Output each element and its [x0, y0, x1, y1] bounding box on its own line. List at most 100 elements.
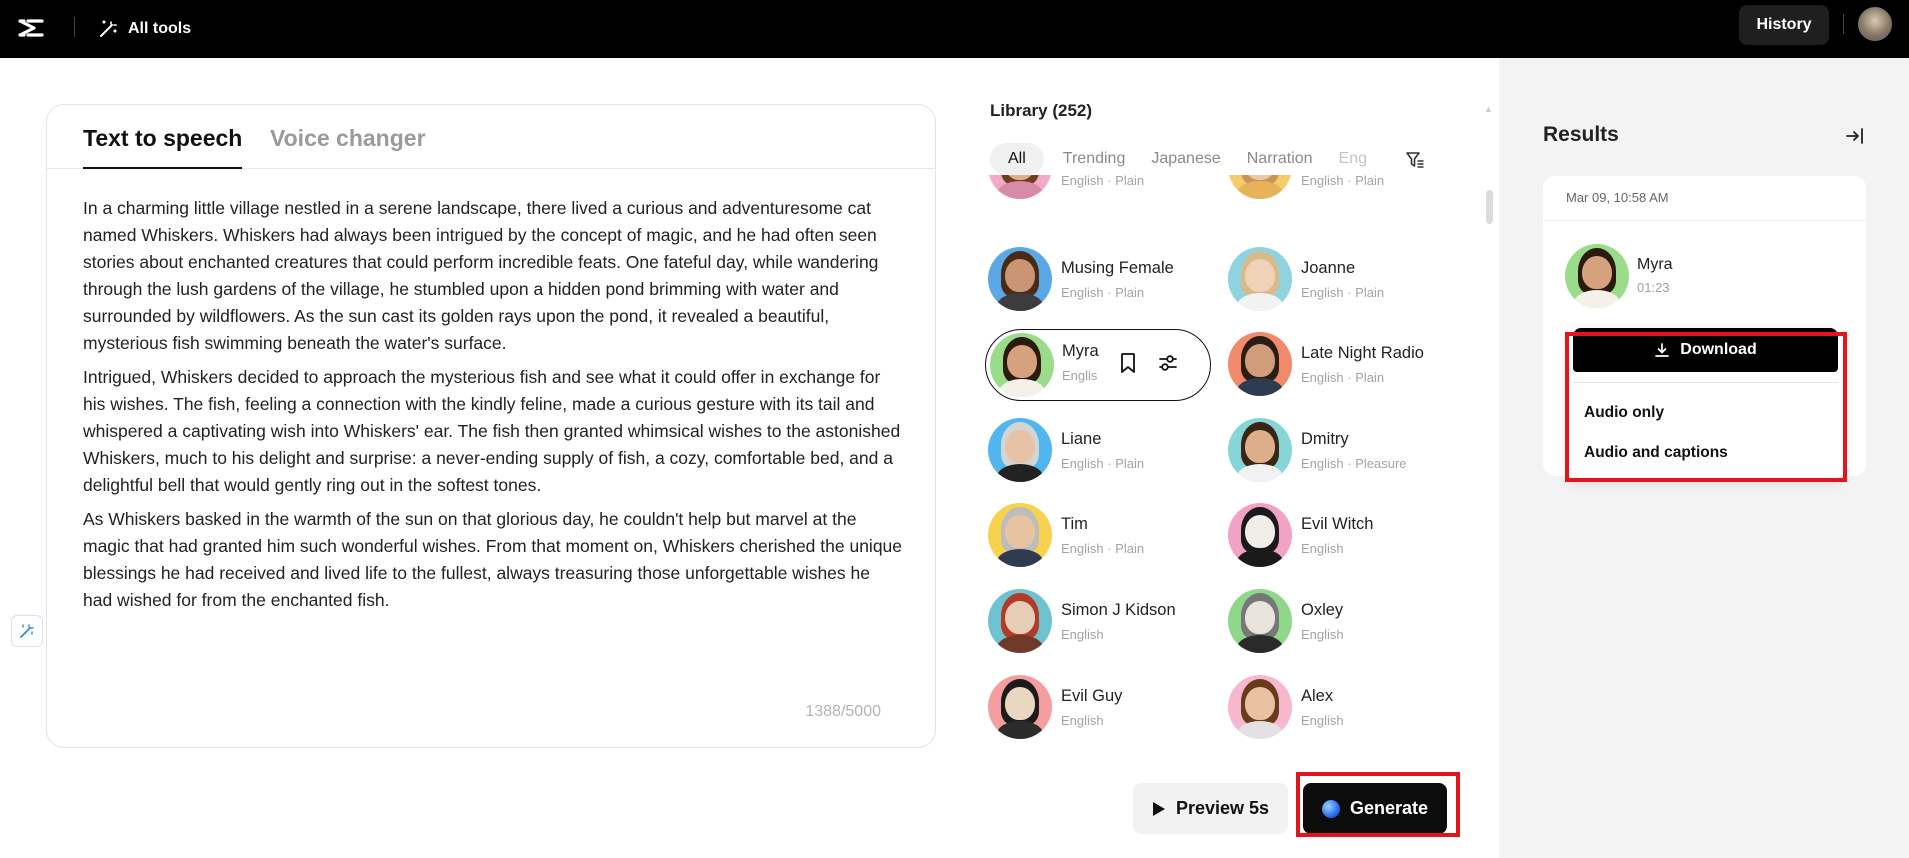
voice-tags: English [1061, 713, 1104, 728]
voice-item-evil-witch[interactable]: Evil Witch English [1225, 503, 1445, 567]
voice-name: Oxley [1301, 601, 1344, 619]
filter-icon[interactable] [1405, 150, 1425, 170]
tab-voice-changer[interactable]: Voice changer [270, 125, 426, 152]
voice-tags: English [1301, 627, 1344, 642]
voice-avatar [988, 675, 1052, 739]
script-paragraph: As Whiskers basked in the warmth of the … [83, 509, 903, 610]
all-tools-button[interactable]: All tools [98, 14, 191, 44]
voice-name: Simon J Kidson [1061, 601, 1176, 619]
voice-avatar [988, 247, 1052, 311]
result-voice-name: Myra [1637, 256, 1673, 273]
filter-chip-all[interactable]: All [990, 143, 1044, 175]
voice-item-joanne[interactable]: Joanne English · Plain [1225, 247, 1445, 311]
voice-avatar [988, 589, 1052, 653]
voice-tags: English · Plain [1301, 175, 1385, 188]
voice-avatar [988, 503, 1052, 567]
voice-avatar [1228, 503, 1292, 567]
voice-item-alex[interactable]: Alex English [1225, 675, 1445, 739]
voice-tags: English [1301, 713, 1344, 728]
voice-avatar [1228, 418, 1292, 482]
voice-name: Myra [1062, 342, 1099, 360]
voice-avatar [1228, 175, 1292, 199]
voice-item-evil-guy[interactable]: Evil Guy English [985, 675, 1205, 739]
topbar-divider [74, 17, 75, 37]
voice-tags: English · Pleasure [1301, 456, 1407, 471]
voice-item-oxley[interactable]: Oxley English [1225, 589, 1445, 653]
history-button[interactable]: History [1739, 5, 1829, 45]
voice-tags: English [1301, 541, 1344, 556]
voice-tags: English · Plain [1061, 175, 1145, 188]
voice-item-musing-female[interactable]: Musing Female English · Plain [985, 247, 1205, 311]
voice-name: Joanne [1301, 259, 1356, 277]
filter-chip-narration[interactable]: Narration [1234, 143, 1326, 175]
result-duration: 01:23 [1637, 280, 1670, 295]
voice-item-dmitry[interactable]: Dmitry English · Pleasure [1225, 418, 1445, 482]
bookmark-icon[interactable] [1118, 352, 1138, 374]
voice-name: Dmitry [1301, 430, 1349, 448]
result-voice-avatar [1565, 244, 1629, 308]
result-date: Mar 09, 10:58 AM [1566, 190, 1669, 205]
voice-avatar [1228, 247, 1292, 311]
voice-name: Liane [1061, 430, 1102, 448]
voice-tags: English · Plain [1301, 285, 1385, 300]
voice-item-liane[interactable]: Liane English · Plain [985, 418, 1205, 482]
voice-name: Alex [1301, 687, 1334, 705]
voice-name: Evil Witch [1301, 515, 1374, 533]
voice-name: Evil Guy [1061, 687, 1123, 705]
library-filter-chips: All Trending Japanese Narration Eng [990, 143, 1390, 175]
capcut-logo[interactable] [14, 12, 48, 46]
highlight-box-download-menu [1565, 332, 1847, 482]
top-bar: All tools History [0, 0, 1909, 58]
voice-item-myra-selected[interactable]: Myra Englis [985, 329, 1211, 401]
filter-chip-english[interactable]: Eng [1326, 143, 1380, 175]
voice-tags: English · Plain [1061, 541, 1145, 556]
voice-name: Late Night Radio [1301, 344, 1424, 362]
all-tools-label: All tools [128, 20, 192, 37]
character-count: 1388/5000 [805, 703, 881, 720]
ai-rewrite-button[interactable] [11, 615, 43, 647]
topbar-divider [1843, 14, 1844, 34]
voice-item-simon-j-kidson[interactable]: Simon J Kidson English [985, 589, 1205, 653]
voice-item[interactable]: English · Plain [985, 175, 1205, 199]
voice-tags: English · Plain [1061, 456, 1145, 471]
voice-tags: English · Plain [1301, 370, 1385, 385]
filter-chip-trending[interactable]: Trending [1050, 143, 1139, 175]
voice-avatar [1228, 589, 1292, 653]
results-title: Results [1543, 123, 1619, 146]
preview-label: Preview 5s [1175, 798, 1270, 818]
voice-avatar [1228, 332, 1292, 396]
voice-tags: English · Plain [1061, 285, 1145, 300]
tab-text-to-speech[interactable]: Text to speech [83, 125, 243, 169]
voice-item[interactable]: English · Plain [1225, 175, 1445, 199]
scroll-up-arrow[interactable]: ▲ [1484, 104, 1493, 114]
filter-chip-japanese[interactable]: Japanese [1138, 143, 1233, 175]
voice-avatar [988, 175, 1052, 199]
voice-avatar [1228, 675, 1292, 739]
highlight-box-generate [1296, 772, 1460, 837]
voice-library-list: English · Plain English · Plain Musing F… [985, 175, 1485, 743]
voice-actions [1118, 352, 1178, 374]
voice-settings-sliders-icon[interactable] [1158, 352, 1178, 374]
script-paragraph: Intrigued, Whiskers decided to approach … [83, 367, 901, 495]
script-paragraph: In a charming little village nestled in … [83, 198, 879, 353]
voice-tags: English [1061, 627, 1104, 642]
voice-name: Musing Female [1061, 259, 1174, 277]
library-scrollbar[interactable] [1486, 190, 1493, 224]
card-divider [1543, 220, 1866, 221]
library-title: Library (252) [990, 101, 1093, 120]
magic-wand-icon [20, 624, 34, 638]
script-textarea[interactable]: In a charming little village nestled in … [83, 195, 903, 621]
text-editor-panel: Text to speech Voice changer In a charmi… [46, 104, 936, 748]
voice-avatar [990, 333, 1054, 397]
collapse-panel-icon[interactable] [1844, 125, 1866, 147]
user-avatar[interactable] [1858, 7, 1892, 41]
play-icon [1152, 801, 1165, 816]
voice-item-late-night-radio[interactable]: Late Night Radio English · Plain [1225, 332, 1445, 396]
preview-button[interactable]: Preview 5s [1133, 783, 1288, 834]
mode-tabs: Text to speech Voice changer [47, 105, 935, 169]
voice-tags: Englis [1062, 368, 1098, 383]
voice-item-tim[interactable]: Tim English · Plain [985, 503, 1205, 567]
voice-avatar [988, 418, 1052, 482]
voice-name: Tim [1061, 515, 1088, 533]
magic-wand-icon [100, 20, 117, 37]
